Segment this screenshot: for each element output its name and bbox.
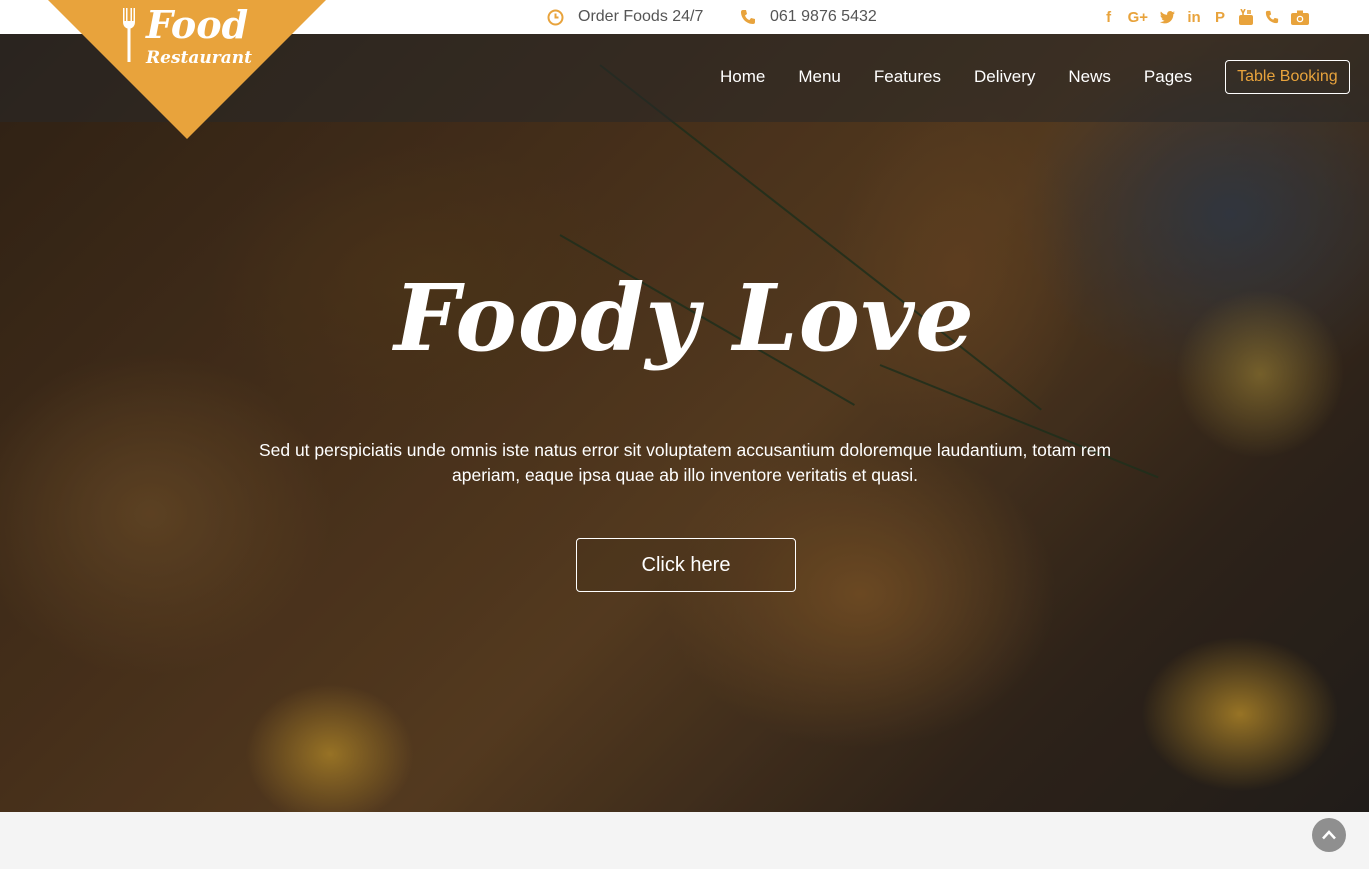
phone-icon bbox=[740, 9, 756, 25]
chevron-up-icon bbox=[1322, 830, 1336, 840]
contact-phone[interactable]: 061 9876 5432 bbox=[740, 0, 877, 34]
facebook-icon[interactable]: f bbox=[1102, 8, 1116, 26]
order-hours-text: Order Foods 24/7 bbox=[578, 8, 704, 25]
social-links: f G+ in P bbox=[1102, 0, 1309, 34]
twitter-icon[interactable] bbox=[1160, 8, 1175, 26]
google-plus-icon[interactable]: G+ bbox=[1128, 8, 1148, 26]
youtube-icon[interactable] bbox=[1239, 8, 1253, 26]
click-here-button[interactable]: Click here bbox=[576, 538, 796, 592]
hero-overlay bbox=[0, 34, 1369, 812]
nav-home[interactable]: Home bbox=[720, 60, 765, 94]
hero-description: Sed ut perspiciatis unde omnis iste natu… bbox=[258, 440, 1112, 485]
nav-features[interactable]: Features bbox=[874, 60, 941, 94]
table-booking-button[interactable]: Table Booking bbox=[1225, 60, 1350, 94]
camera-icon[interactable] bbox=[1291, 8, 1309, 26]
nav-menu[interactable]: Menu bbox=[798, 60, 841, 94]
order-hours: Order Foods 24/7 bbox=[547, 0, 703, 34]
fork-icon bbox=[123, 8, 135, 62]
nav-delivery[interactable]: Delivery bbox=[974, 60, 1035, 94]
contact-phone-text: 061 9876 5432 bbox=[770, 8, 877, 25]
pinterest-icon[interactable]: P bbox=[1213, 8, 1227, 26]
logo-word-food: Food bbox=[146, 2, 249, 47]
main-nav: Home Menu Features Delivery News Pages T… bbox=[720, 60, 1350, 94]
logo-word-restaurant: Restaurant bbox=[146, 48, 252, 68]
nav-news[interactable]: News bbox=[1068, 60, 1111, 94]
nav-pages[interactable]: Pages bbox=[1144, 60, 1192, 94]
clock-icon bbox=[547, 9, 564, 26]
scroll-to-top-button[interactable] bbox=[1312, 818, 1346, 852]
phone-icon[interactable] bbox=[1265, 8, 1279, 26]
linkedin-icon[interactable]: in bbox=[1187, 8, 1201, 26]
hero-banner: Home Menu Features Delivery News Pages T… bbox=[0, 34, 1369, 812]
next-section bbox=[0, 812, 1369, 869]
hero-title: Foody Love bbox=[394, 264, 975, 372]
